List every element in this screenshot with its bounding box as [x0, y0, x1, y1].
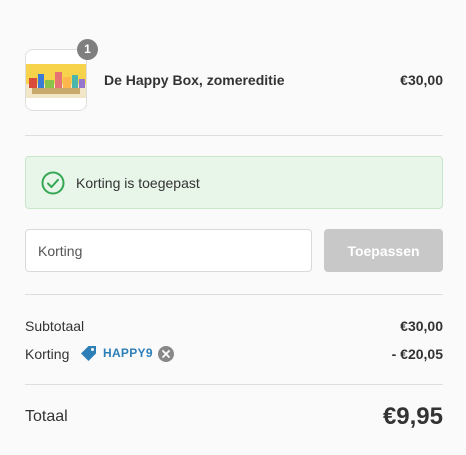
check-circle-icon	[41, 171, 65, 195]
product-price: €30,00	[400, 72, 443, 88]
total-value: €9,95	[382, 403, 443, 430]
discount-code-input[interactable]	[25, 229, 312, 272]
quantity-badge: 1	[77, 39, 98, 60]
discount-label: Korting	[25, 346, 70, 362]
product-thumbnail	[25, 49, 87, 111]
cart-line-item: 1 De Happy Box, zomereditie €30,00	[25, 39, 443, 113]
tag-icon	[81, 346, 96, 361]
notice-text: Korting is toegepast	[76, 175, 200, 191]
discount-value: - €20,05	[391, 346, 443, 362]
divider	[25, 294, 443, 295]
total-label: Totaal	[25, 408, 68, 425]
divider	[25, 135, 443, 136]
product-image	[26, 50, 86, 110]
discount-applied-notice: Korting is toegepast	[25, 156, 443, 209]
subtotal-label: Subtotaal	[25, 318, 85, 334]
remove-discount-button[interactable]	[158, 346, 174, 362]
product-name: De Happy Box, zomereditie	[104, 72, 285, 88]
apply-discount-button[interactable]: Toepassen	[324, 229, 443, 272]
discount-code: HAPPY9	[103, 346, 153, 360]
close-icon	[162, 350, 170, 358]
divider	[25, 384, 443, 385]
subtotal-value: €30,00	[400, 318, 443, 334]
